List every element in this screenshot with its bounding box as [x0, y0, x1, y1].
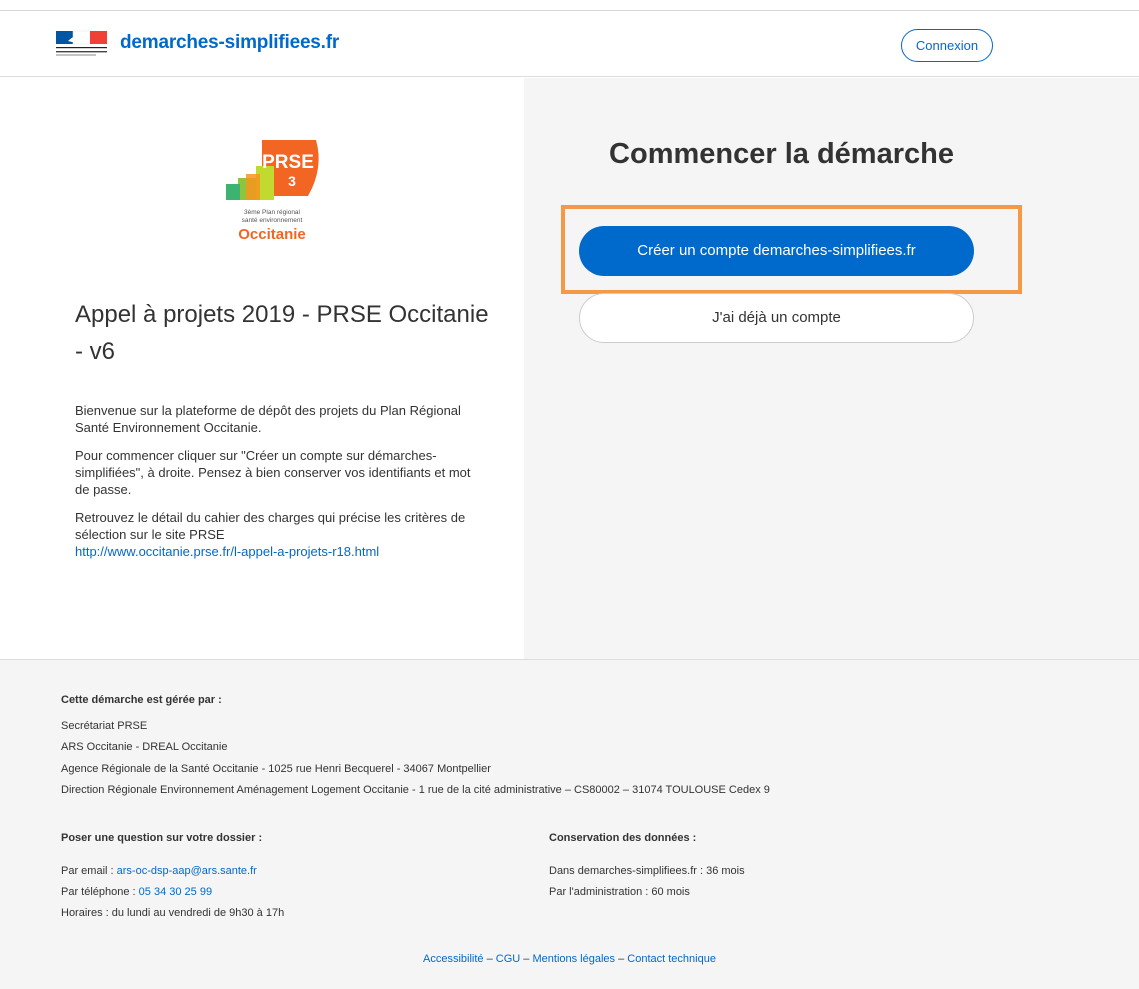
link-separator: – — [615, 953, 628, 965]
logo-acronym: PRSE — [262, 152, 314, 173]
procedure-description: Bienvenue sur la plateforme de dépôt des… — [75, 402, 475, 571]
footer-links: Accessibilité – CGU – Mentions légales –… — [0, 953, 1139, 965]
question-heading: Poser une question sur votre dossier : — [61, 832, 263, 844]
cgu-link[interactable]: CGU — [496, 953, 520, 965]
retention-line: Dans demarches-simplifiees.fr : 36 mois — [549, 865, 745, 877]
create-account-button[interactable]: Créer un compte demarches-simplifiees.fr — [579, 226, 974, 276]
description-paragraph-specs: Retrouvez le détail du cahier des charge… — [75, 509, 475, 560]
email-prefix: Par email : — [61, 865, 117, 877]
technical-contact-link[interactable]: Contact technique — [627, 953, 716, 965]
description-paragraph-instructions: Pour commencer cliquer sur "Créer un com… — [75, 448, 471, 497]
contact-email-link[interactable]: ars-oc-dsp-aap@ars.sante.fr — [117, 865, 257, 877]
managed-line: Direction Régionale Environnement Aménag… — [61, 784, 770, 796]
prse-occitanie-logo: PRSE 3 3ème Plan régional santé environn… — [226, 140, 319, 243]
link-separator: – — [483, 953, 496, 965]
login-button[interactable]: Connexion — [901, 29, 993, 62]
legal-link[interactable]: Mentions légales — [532, 953, 615, 965]
retention-line: Par l'administration : 60 mois — [549, 886, 690, 898]
retention-heading: Conservation des données : — [549, 832, 697, 844]
contact-hours: Horaires : du lundi au vendredi de 9h30 … — [61, 907, 285, 919]
start-title: Commencer la démarche — [609, 138, 954, 170]
contact-phone-link[interactable]: 05 34 30 25 99 — [139, 886, 212, 898]
managed-line: Agence Régionale de la Santé Occitanie -… — [61, 763, 491, 775]
procedure-title: Appel à projets 2019 - PRSE Occitanie - … — [75, 301, 489, 365]
logo-tagline-1: 3ème Plan régional — [244, 209, 301, 216]
phone-prefix: Par téléphone : — [61, 886, 139, 898]
managed-line: Secrétariat PRSE — [61, 720, 148, 732]
site-name-link[interactable]: demarches-simplifiees.fr — [120, 32, 339, 54]
site-header: demarches-simplifiees.fr Connexion — [0, 11, 1139, 77]
link-separator: – — [520, 953, 533, 965]
marianne-logo-icon[interactable] — [56, 29, 108, 59]
logo-region: Occitanie — [238, 226, 306, 243]
prse-site-link[interactable]: http://www.occitanie.prse.fr/l-appel-a-p… — [75, 544, 379, 559]
existing-account-button[interactable]: J'ai déjà un compte — [579, 293, 974, 343]
contact-phone-line: Par téléphone : 05 34 30 25 99 — [61, 883, 212, 901]
managed-line: ARS Occitanie - DREAL Occitanie — [61, 741, 228, 753]
specs-text: Retrouvez le détail du cahier des charge… — [75, 510, 466, 542]
contact-email-line: Par email : ars-oc-dsp-aap@ars.sante.fr — [61, 862, 257, 880]
logo-number: 3 — [288, 173, 296, 189]
description-paragraph-welcome: Bienvenue sur la plateforme de dépôt des… — [75, 403, 461, 435]
managed-by-heading: Cette démarche est gérée par : — [61, 694, 222, 706]
logo-tagline-2: santé environnement — [242, 217, 303, 224]
accessibility-link[interactable]: Accessibilité — [423, 953, 484, 965]
